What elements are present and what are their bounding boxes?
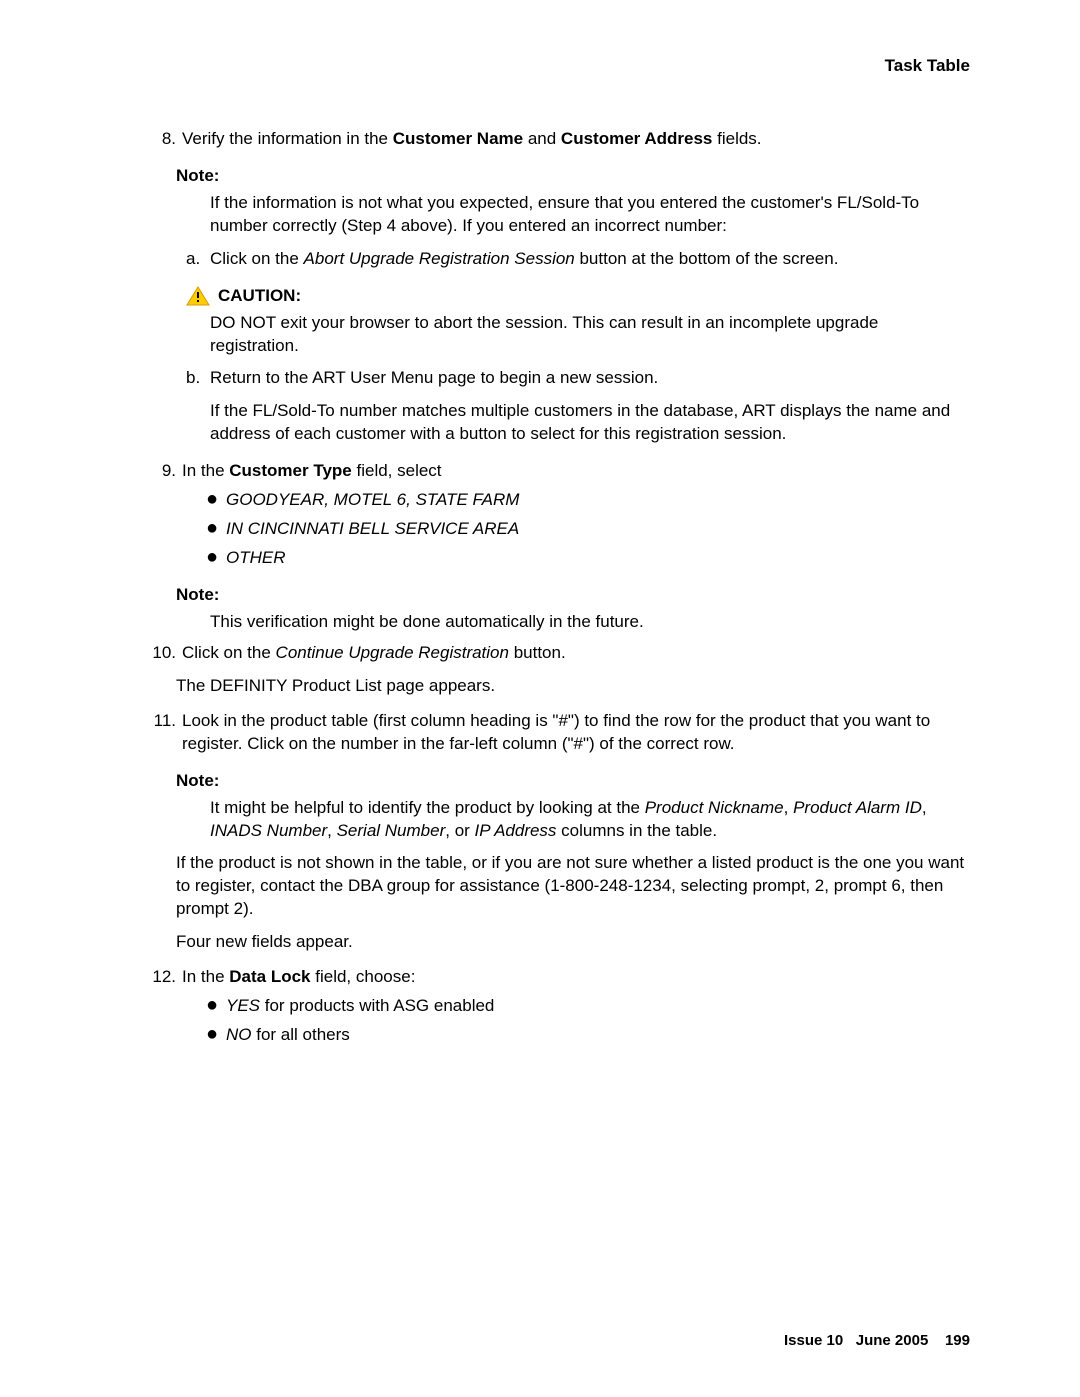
text: and xyxy=(523,129,561,148)
substep-b: b. Return to the ART User Menu page to b… xyxy=(186,367,970,390)
followup-paragraph: The DEFINITY Product List page appears. xyxy=(176,675,970,698)
caution-body: DO NOT exit your browser to abort the se… xyxy=(210,312,970,358)
step-9: 9. In the Customer Type field, select xyxy=(110,460,970,483)
text: Verify the information in the xyxy=(182,129,393,148)
step-text: In the Data Lock field, choose: xyxy=(182,966,970,989)
bullet-text: IN CINCINNATI BELL SERVICE AREA xyxy=(226,518,519,541)
substep-a: a. Click on the Abort Upgrade Registrati… xyxy=(186,248,970,271)
text: In the xyxy=(182,461,229,480)
footer-issue: Issue 10 xyxy=(784,1332,843,1349)
bullet-icon: ● xyxy=(206,1024,226,1044)
note-body: If the information is not what you expec… xyxy=(210,192,970,238)
text: , xyxy=(327,821,336,840)
text: , xyxy=(784,798,793,817)
list-item: ● IN CINCINNATI BELL SERVICE AREA xyxy=(206,518,970,541)
caution-label: CAUTION: xyxy=(218,285,301,308)
bullet-text: GOODYEAR, MOTEL 6, STATE FARM xyxy=(226,489,519,512)
text: Click on the xyxy=(210,249,304,268)
substep-letter: b. xyxy=(186,367,210,390)
note-label: Note: xyxy=(176,584,970,607)
step-11: 11. Look in the product table (first col… xyxy=(110,710,970,756)
option-value: NO xyxy=(226,1025,252,1044)
bullet-icon: ● xyxy=(206,518,226,538)
column-name: IP Address xyxy=(475,821,557,840)
step-text: Click on the Continue Upgrade Registrati… xyxy=(182,642,970,665)
bullet-icon: ● xyxy=(206,489,226,509)
step-8: 8. Verify the information in the Custome… xyxy=(110,128,970,151)
step-text: Verify the information in the Customer N… xyxy=(182,128,970,151)
followup-paragraph: Four new fields appear. xyxy=(176,931,970,954)
option-value: YES xyxy=(226,996,260,1015)
button-name: Abort Upgrade Registration Session xyxy=(304,249,575,268)
text: Click on the xyxy=(182,643,276,662)
text: field, select xyxy=(352,461,442,480)
step-number: 8. xyxy=(110,128,182,151)
note-label: Note: xyxy=(176,770,970,793)
substep-letter: a. xyxy=(186,248,210,271)
field-name: Customer Type xyxy=(229,461,352,480)
text: button. xyxy=(509,643,566,662)
step-10: 10. Click on the Continue Upgrade Regist… xyxy=(110,642,970,665)
page-footer: Issue 10 June 2005 199 xyxy=(784,1331,970,1351)
substep-text: Click on the Abort Upgrade Registration … xyxy=(210,248,838,271)
list-item: ● YES for products with ASG enabled xyxy=(206,995,970,1018)
text: In the xyxy=(182,967,229,986)
text: , xyxy=(922,798,927,817)
column-name: Product Nickname xyxy=(645,798,784,817)
text: columns in the table. xyxy=(556,821,717,840)
substep-text: Return to the ART User Menu page to begi… xyxy=(210,367,658,390)
followup-paragraph: If the product is not shown in the table… xyxy=(176,852,970,921)
text: , or xyxy=(445,821,474,840)
page-container: Task Table 8. Verify the information in … xyxy=(0,0,1080,1397)
footer-page: 199 xyxy=(945,1332,970,1349)
text: for all others xyxy=(252,1025,350,1044)
step-number: 10. xyxy=(110,642,182,665)
list-item: ● NO for all others xyxy=(206,1024,970,1047)
field-name: Data Lock xyxy=(229,967,310,986)
field-name: Customer Address xyxy=(561,129,712,148)
step-12: 12. In the Data Lock field, choose: xyxy=(110,966,970,989)
bullet-text: NO for all others xyxy=(226,1024,350,1047)
caution-heading: CAUTION: xyxy=(186,285,970,308)
step-text: In the Customer Type field, select xyxy=(182,460,970,483)
step-number: 12. xyxy=(110,966,182,989)
footer-date: June 2005 xyxy=(856,1332,929,1349)
note-body: This verification might be done automati… xyxy=(210,611,970,634)
field-name: Customer Name xyxy=(393,129,523,148)
text: button at the bottom of the screen. xyxy=(575,249,839,268)
bullet-text: OTHER xyxy=(226,547,286,570)
list-item: ● OTHER xyxy=(206,547,970,570)
step-text: Look in the product table (first column … xyxy=(182,710,970,756)
note-label: Note: xyxy=(176,165,970,188)
column-name: Serial Number xyxy=(337,821,446,840)
button-name: Continue Upgrade Registration xyxy=(276,643,509,662)
bullet-icon: ● xyxy=(206,547,226,567)
text: for products with ASG enabled xyxy=(260,996,494,1015)
page-header: Task Table xyxy=(110,55,970,78)
warning-icon xyxy=(186,286,210,306)
step-number: 9. xyxy=(110,460,182,483)
note-body: It might be helpful to identify the prod… xyxy=(210,797,970,843)
text: field, choose: xyxy=(311,967,416,986)
followup-paragraph: If the FL/Sold-To number matches multipl… xyxy=(210,400,970,446)
step-number: 11. xyxy=(110,710,182,756)
text: fields. xyxy=(712,129,761,148)
list-item: ● GOODYEAR, MOTEL 6, STATE FARM xyxy=(206,489,970,512)
text: It might be helpful to identify the prod… xyxy=(210,798,645,817)
column-name: Product Alarm ID xyxy=(793,798,922,817)
bullet-icon: ● xyxy=(206,995,226,1015)
column-name: INADS Number xyxy=(210,821,327,840)
bullet-text: YES for products with ASG enabled xyxy=(226,995,494,1018)
